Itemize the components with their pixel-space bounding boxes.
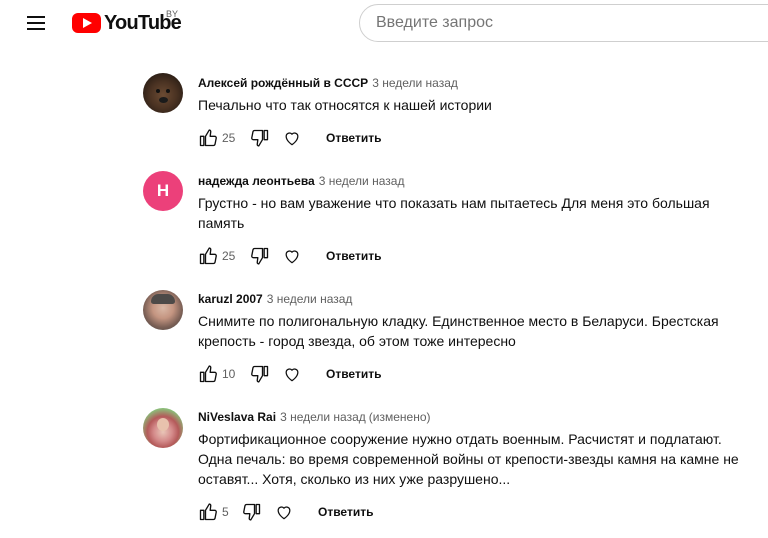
comment-author[interactable]: Алексей рождённый в СССР	[198, 76, 368, 90]
menu-icon[interactable]	[24, 13, 48, 33]
like-count: 25	[222, 131, 236, 145]
comment-text: Фортификационное сооружение нужно отдать…	[198, 431, 739, 487]
heart-icon[interactable]	[280, 126, 304, 150]
thumbs-down-icon[interactable]	[248, 244, 272, 268]
thumbs-up-icon[interactable]	[196, 500, 220, 524]
thumbs-up-icon[interactable]	[196, 362, 220, 386]
comment-header: karuzl 2007 3 недели назад	[198, 291, 352, 307]
comment-actions: 5 Ответить	[196, 500, 373, 524]
like-count: 5	[222, 505, 229, 519]
comment-author[interactable]: NiVeslava Rai	[198, 410, 276, 424]
comment-time[interactable]: 3 недели назад	[267, 292, 353, 306]
search-box	[359, 4, 768, 42]
thumbs-down-icon[interactable]	[248, 362, 272, 386]
avatar[interactable]	[143, 290, 183, 330]
comment-header: NiVeslava Rai 3 недели назад (изменено)	[198, 409, 431, 425]
top-bar: YouTube BY	[0, 0, 768, 46]
comment-time[interactable]: 3 недели назад	[372, 76, 458, 90]
comment-time[interactable]: 3 недели назад	[319, 174, 405, 188]
thumbs-up-icon[interactable]	[196, 126, 220, 150]
like-count: 25	[222, 249, 236, 263]
search-input[interactable]	[360, 5, 768, 41]
youtube-logo[interactable]: YouTube	[72, 10, 182, 36]
reply-button[interactable]: Ответить	[326, 131, 381, 145]
avatar[interactable]	[143, 73, 183, 113]
comment-author[interactable]: надежда леонтьева	[198, 174, 315, 188]
comment-actions: 25 Ответить	[196, 126, 381, 150]
reply-button[interactable]: Ответить	[326, 249, 381, 263]
comment-actions: 25 Ответить	[196, 244, 381, 268]
avatar[interactable]: Н	[143, 171, 183, 211]
comment-author[interactable]: karuzl 2007	[198, 292, 263, 306]
reply-button[interactable]: Ответить	[318, 505, 373, 519]
thumbs-up-icon[interactable]	[196, 244, 220, 268]
avatar[interactable]	[143, 408, 183, 448]
comment-text: Печально что так относятся к нашей истор…	[198, 97, 492, 113]
avatar-letter: Н	[156, 181, 170, 200]
comment-text: Грустно - но вам уважение что показать н…	[198, 195, 710, 231]
edited-label: (изменено)	[368, 410, 431, 424]
heart-icon[interactable]	[280, 244, 304, 268]
comment-text: Снимите по полигональную кладку. Единств…	[198, 313, 719, 349]
comment-time[interactable]: 3 недели назад	[280, 410, 366, 424]
comment-header: надежда леонтьева 3 недели назад	[198, 173, 404, 189]
country-code: BY	[166, 9, 179, 19]
youtube-logo-icon	[72, 13, 101, 33]
thumbs-down-icon[interactable]	[240, 500, 264, 524]
comment-header: Алексей рождённый в СССР 3 недели назад	[198, 75, 458, 91]
reply-button[interactable]: Ответить	[326, 367, 381, 381]
like-count: 10	[222, 367, 236, 381]
heart-icon[interactable]	[280, 362, 304, 386]
heart-icon[interactable]	[272, 500, 296, 524]
comment-actions: 10 Ответить	[196, 362, 381, 386]
thumbs-down-icon[interactable]	[248, 126, 272, 150]
